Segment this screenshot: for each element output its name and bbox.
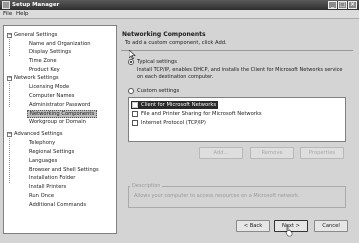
window-title: Setup Manager <box>12 2 60 8</box>
tree-item-licensing-mode[interactable]: Licensing Mode <box>29 83 69 91</box>
expander-general[interactable]: − <box>7 33 12 38</box>
hand-cursor-icon <box>285 225 293 237</box>
menu-help[interactable]: Help <box>16 11 29 18</box>
network-service-icon <box>132 111 138 117</box>
tree-group-general-settings[interactable]: General Settings <box>14 31 57 39</box>
back-button[interactable]: < Back <box>236 220 270 232</box>
tree-item-install-printers[interactable]: Install Printers <box>29 183 66 191</box>
properties-button[interactable]: Properties <box>300 147 344 159</box>
maximize-button[interactable]: □ <box>338 1 347 9</box>
menu-bar: File Help <box>0 10 359 19</box>
page-subtitle: To add a custom component, click Add. <box>125 40 227 46</box>
tree-item-installation-folder[interactable]: Installation Folder <box>29 174 75 182</box>
tree-item-time-zone[interactable]: Time Zone <box>29 57 57 65</box>
list-item[interactable]: Client for Microsoft Networks <box>131 101 219 109</box>
typical-settings-label[interactable]: Typical settings <box>137 59 177 65</box>
tree-item-telephony[interactable]: Telephony <box>29 139 55 147</box>
tree-item-workgroup-or-domain[interactable]: Workgroup or Domain <box>29 118 86 126</box>
tree-item-additional-commands[interactable]: Additional Commands <box>29 201 86 209</box>
header-divider <box>121 50 353 51</box>
minimize-button[interactable]: _ <box>328 1 337 9</box>
tree-group-network-settings[interactable]: Network Settings <box>14 74 59 82</box>
typical-settings-description: Install TCP/IP, enables DHCP, and instal… <box>137 67 343 80</box>
list-item[interactable]: File and Printer Sharing for Microsoft N… <box>131 110 262 118</box>
add-button[interactable]: Add... <box>199 147 243 159</box>
tree-item-display-settings[interactable]: Display Settings <box>29 48 71 56</box>
cancel-button[interactable]: Cancel <box>314 220 348 232</box>
pointer-cursor-icon <box>129 50 136 60</box>
component-name: Client for Microsoft Networks <box>141 102 217 108</box>
tree-item-name-and-organization[interactable]: Name and Organization <box>29 40 91 48</box>
tree-item-administrator-password[interactable]: Administrator Password <box>29 101 90 109</box>
component-name: Internet Protocol (TCP/IP) <box>141 120 206 126</box>
tree-item-product-key[interactable]: Product Key <box>29 66 60 74</box>
tree-line <box>9 77 10 107</box>
tree-group-advanced-settings[interactable]: Advanced Settings <box>14 130 63 138</box>
close-button[interactable]: × <box>348 1 357 9</box>
description-text: Allows your computer to access resources… <box>134 193 300 199</box>
list-item[interactable]: Internet Protocol (TCP/IP) <box>131 119 206 127</box>
tree-item-browser-and-shell-settings[interactable]: Browser and Shell Settings <box>29 166 99 174</box>
settings-tree[interactable]: − General Settings Name and Organization… <box>3 25 117 234</box>
tree-item-regional-settings[interactable]: Regional Settings <box>29 148 74 156</box>
page-title: Networking Components <box>122 31 206 38</box>
remove-button[interactable]: Remove <box>250 147 294 159</box>
setup-manager-icon <box>2 1 10 9</box>
network-protocol-icon <box>132 120 138 126</box>
title-bar: Setup Manager _ □ × <box>0 0 359 10</box>
tree-item-networking-components[interactable]: Networking Components <box>27 110 98 118</box>
custom-settings-radio[interactable] <box>128 88 134 94</box>
expander-network[interactable]: − <box>7 76 12 81</box>
components-list[interactable]: Client for Microsoft Networks File and P… <box>128 97 346 142</box>
expander-advanced[interactable]: − <box>7 132 12 137</box>
tree-item-run-once[interactable]: Run Once <box>29 192 54 200</box>
custom-settings-label[interactable]: Custom settings <box>137 88 179 94</box>
tree-line <box>9 133 10 183</box>
tree-item-languages[interactable]: Languages <box>29 157 57 165</box>
menu-file[interactable]: File <box>3 11 12 18</box>
component-name: File and Printer Sharing for Microsoft N… <box>141 111 262 117</box>
tree-item-computer-names[interactable]: Computer Names <box>29 92 74 100</box>
description-legend: Description <box>130 183 163 189</box>
network-client-icon <box>132 102 138 108</box>
